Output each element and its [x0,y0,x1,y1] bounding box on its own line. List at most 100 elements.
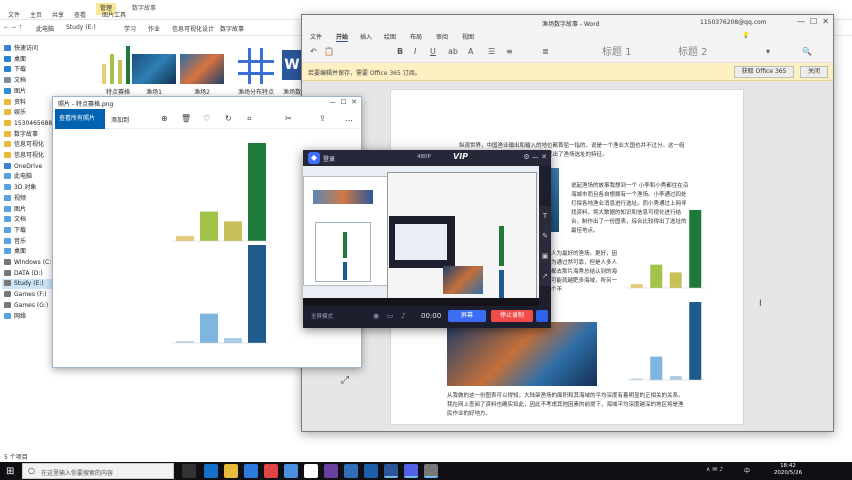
speaker-icon[interactable]: ♪ [401,312,405,320]
camera-icon[interactable]: ▭ [387,312,394,320]
nav-item[interactable]: 文档 [4,76,26,86]
more-icon[interactable]: … [345,114,353,123]
favorite-icon[interactable]: ♡ [203,114,210,123]
nav-item[interactable]: 信息可视化 [4,151,44,161]
edit-icon[interactable]: ✂ [285,114,292,123]
edge-icon[interactable] [204,464,218,478]
word-tab-home[interactable]: 开始 [336,32,349,42]
get-office-button[interactable]: 获取 Office 365 [734,66,794,78]
breadcrumb-1[interactable]: Study (E:) [66,24,96,31]
rotate-icon[interactable]: ↻ [225,114,232,123]
styles-more-icon[interactable]: ▾ [766,47,770,56]
nav-item[interactable]: 快速访问 [4,44,38,54]
all-photos-button[interactable]: 查看所有照片 [55,109,105,129]
taskbar-search[interactable]: ○ 在这里输入你要搜索的内容 [22,463,174,479]
file-thumb-2[interactable] [180,54,224,84]
font-color-icon[interactable]: A [468,47,473,56]
nav-item[interactable]: 数字故事 [4,130,38,140]
doc-image-fishery[interactable] [447,322,597,386]
word-tab-file[interactable]: 文件 [310,32,322,41]
photos-taskbar-icon[interactable] [424,464,438,478]
tab-file[interactable]: 文件 [8,10,20,19]
screen-button[interactable]: 屏幕 [448,310,486,322]
nav-item[interactable]: 1530465688 [4,119,52,129]
bullets-icon[interactable]: ☰ [488,47,495,56]
italic-button[interactable]: I [414,47,416,56]
word-tab-layout[interactable]: 布局 [410,32,422,41]
nav-item[interactable]: OneDrive [4,162,42,172]
file-thumb-1[interactable] [132,54,176,84]
underline-button[interactable]: U [430,47,436,56]
clock[interactable]: 18:42 2020/5/26 [760,463,816,477]
stop-recording-button[interactable]: 停止录制 [491,310,533,322]
nav-item[interactable]: Windows (C:) [4,258,54,268]
lightbulb-icon[interactable]: 💡 [742,32,749,39]
file-explorer-icon[interactable] [224,464,238,478]
mail-icon[interactable] [284,464,298,478]
breadcrumb-3[interactable]: 作业 [148,24,160,33]
breadcrumb-2[interactable]: 学习 [124,24,136,33]
nav-item[interactable]: 下载 [4,65,26,75]
task-view-icon[interactable] [182,464,196,478]
nav-item[interactable]: 文档 [4,215,26,225]
share-icon[interactable]: ⇪ [319,114,326,123]
file-thumb-3[interactable] [234,44,278,88]
word-taskbar-icon[interactable] [384,464,398,478]
word-tab-review[interactable]: 审阅 [436,32,448,41]
recorder-window-controls[interactable]: ⚙ — ✕ [523,153,547,161]
image-tool-icon[interactable]: ▣ [539,246,551,266]
undo-icon[interactable]: ↶ [310,47,317,56]
breadcrumb-4[interactable]: 信息可视化设计 [172,24,214,33]
zoom-icon[interactable]: ⊕ [161,114,168,123]
nav-item[interactable]: 视频 [4,194,26,204]
login-button[interactable]: 登录 [323,154,335,163]
app-red-icon[interactable] [264,464,278,478]
banner-close-button[interactable]: 关闭 [800,66,828,78]
nav-item[interactable]: 桌面 [4,55,26,65]
nav-item[interactable]: 3D 对象 [4,183,36,193]
nav-item[interactable]: 娱乐 [4,108,26,118]
photos-window-controls[interactable]: — ☐ ✕ [329,98,357,106]
tab-share[interactable]: 共享 [52,10,64,19]
style-heading-1[interactable]: 标题 1 [598,46,668,60]
capture-mode-select[interactable]: 全屏模式 [311,312,333,320]
arrow-tool-icon[interactable]: ➚ [539,266,551,286]
nav-item[interactable]: Games (G:) [4,301,48,311]
app-blue-icon[interactable] [344,464,358,478]
resolution-select[interactable]: 480P [417,154,431,160]
nav-item[interactable]: 桌面 [4,247,26,257]
windows-start-icon[interactable]: ⊞ [6,466,14,477]
word-account[interactable]: 1150376208@qq.com [700,19,767,26]
fullscreen-icon[interactable] [536,310,548,322]
delete-icon[interactable]: 🗑 [181,114,191,123]
word-file-icon[interactable]: W [282,50,302,80]
recorder-taskbar-icon[interactable] [404,464,418,478]
style-heading-2[interactable]: 标题 2 [674,46,744,60]
nav-item[interactable]: 信息可视化 [4,140,44,150]
numbering-icon[interactable]: ≡ [506,47,513,56]
pen-tool-icon[interactable]: ✎ [539,226,551,246]
tab-photo-tools[interactable]: 图片工具 [102,10,126,19]
word-tab-insert[interactable]: 插入 [360,32,372,41]
ime-indicator[interactable]: 中 [744,466,750,475]
system-tray[interactable]: ∧ ✉ ♪ [706,466,723,473]
app-purple-icon[interactable] [324,464,338,478]
vip-badge[interactable]: VIP [453,152,468,161]
word-tab-draw[interactable]: 绘图 [384,32,396,41]
store-icon[interactable] [244,464,258,478]
mic-icon[interactable]: ◉ [373,312,379,320]
highlight-icon[interactable]: ab [448,47,458,56]
expand-icon[interactable]: ⤢ [341,375,349,386]
nav-item[interactable]: DATA (D:) [4,269,43,279]
find-icon[interactable]: 🔍 [802,47,812,56]
nav-item[interactable]: 图片 [4,87,26,97]
tab-home[interactable]: 主页 [30,10,42,19]
nav-item[interactable]: 图片 [4,205,26,215]
align-icon[interactable]: ≣ [542,47,549,56]
breadcrumb-5[interactable]: 数字故事 [220,24,244,33]
add-to-button[interactable]: 添加到 [111,115,129,124]
app-white-icon[interactable] [304,464,318,478]
nav-item[interactable]: 此电脑 [4,172,32,182]
bold-button[interactable]: B [397,47,403,56]
word-window-controls[interactable]: — ☐ ✕ [797,17,829,26]
